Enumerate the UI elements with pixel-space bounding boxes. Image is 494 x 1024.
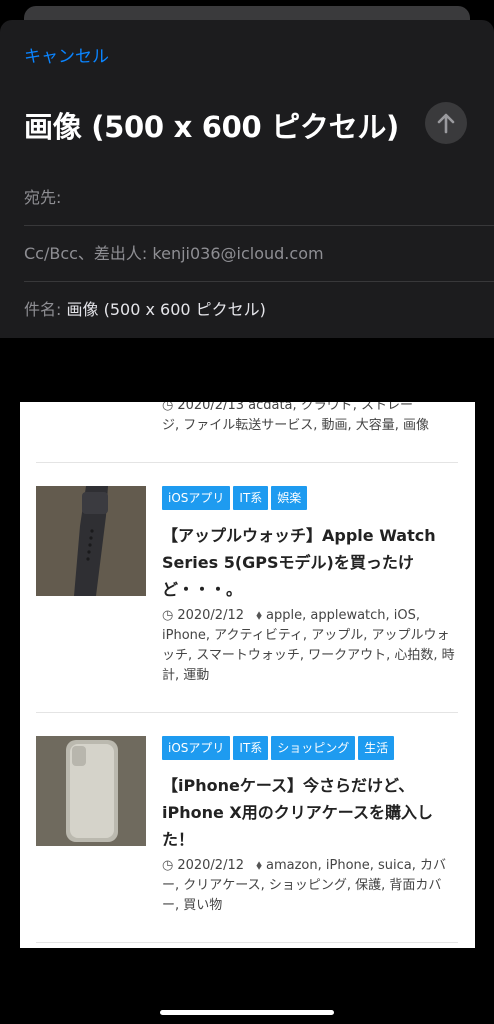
post-divider [36,942,458,943]
post-meta: ◷ 2020/2/12 ⬧ amazon, iPhone, suica, カバー, … [162,856,458,916]
subject-field[interactable]: 件名: 画像 (500 x 600 ピクセル) [24,282,494,338]
compose-title: 画像 (500 x 600 ピクセル) [24,110,399,144]
category-tag[interactable]: IT系 [233,486,269,510]
post-divider [36,712,458,713]
subject-value: 画像 (500 x 600 ピクセル) [66,300,266,319]
category-tag[interactable]: 生活 [358,736,395,760]
from-address: kenji036@icloud.com [152,244,324,263]
cc-bcc-label: Cc/Bcc、差出人: [24,244,148,263]
post-title[interactable]: 【iPhoneケース】今さらだけど、iPhone X用のクリアケースを購入した！ [162,772,462,853]
clock-icon: ◷ [162,858,174,873]
post-item: iOSアプリ IT系 娯楽 【アップルウォッチ】Apple Watch Series… [36,486,458,706]
home-indicator[interactable] [160,1010,334,1015]
post-title[interactable]: 【アップルウォッチ】Apple Watch Series 5(GPSモデル)を買… [162,522,462,603]
cancel-button[interactable]: キャンセル [24,42,109,67]
cc-bcc-from-field[interactable]: Cc/Bcc、差出人: kenji036@icloud.com [24,226,494,282]
apple-watch-thumbnail [36,486,146,596]
post-divider [36,462,458,463]
partial-post-meta: ◷ 2020/2/13 acdata, クラウド, ストレー ジ, ファイル転送サ… [162,402,462,436]
arrow-up-icon [437,113,455,134]
category-tag[interactable]: IT系 [233,736,269,760]
category-tag[interactable]: ショッピング [271,736,356,760]
post-meta: ◷ 2020/2/12 ⬧ apple, applewatch, iOS, iPho… [162,606,458,686]
to-label: 宛先: [24,188,62,207]
subject-label: 件名: [24,300,62,319]
post-item: iOSアプリ IT系 ショッピング 生活 【iPhoneケース】今さらだけど、iPho… [36,736,458,936]
post-date: 2020/2/12 [177,858,245,873]
clock-icon: ◷ [162,402,174,413]
category-tag[interactable]: iOSアプリ [162,486,231,510]
mail-compose-sheet: キャンセル 画像 (500 x 600 ピクセル) 宛先: Cc/Bcc、差出人… [0,20,494,338]
category-tag[interactable]: iOSアプリ [162,736,231,760]
to-field[interactable]: 宛先: [24,170,494,226]
send-button[interactable] [425,102,467,144]
attached-image[interactable]: ◷ 2020/2/13 acdata, クラウド, ストレー ジ, ファイル転送サ… [20,402,475,948]
post-date: 2020/2/12 [177,608,245,623]
tag-icon: ⬧ [256,608,263,623]
post-category-tags: iOSアプリ IT系 娯楽 [162,486,310,510]
iphone-case-thumbnail [36,736,146,846]
clock-icon: ◷ [162,608,174,623]
tag-icon: ⬧ [256,858,263,873]
category-tag[interactable]: 娯楽 [271,486,308,510]
post-category-tags: iOSアプリ IT系 ショッピング 生活 [162,736,397,760]
